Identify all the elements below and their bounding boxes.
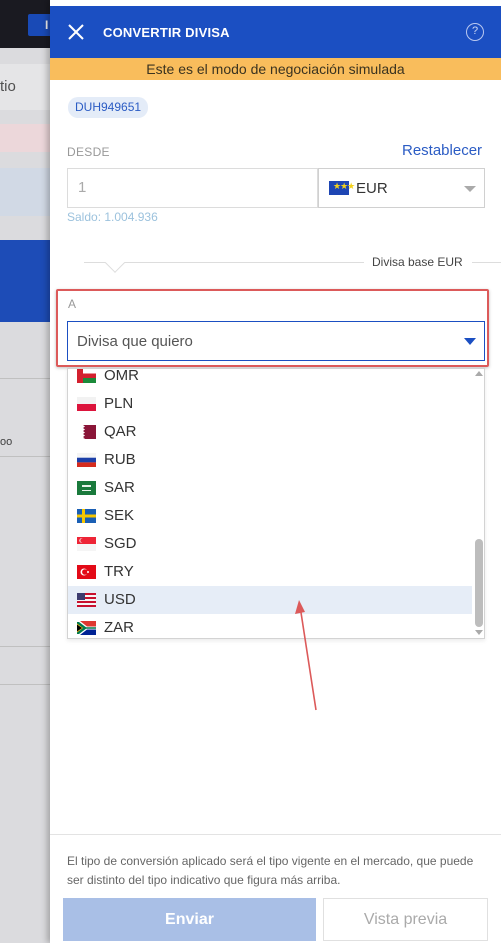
usa-flag-icon [77, 593, 96, 607]
dropdown-option-try[interactable]: TRY [68, 558, 472, 586]
option-code: QAR [104, 423, 137, 440]
divider [134, 262, 364, 263]
saudi-arabia-flag-icon [77, 481, 96, 495]
oman-flag-icon [77, 369, 96, 383]
dropdown-option-sek[interactable]: SEK [68, 502, 472, 530]
dropdown-option-usd[interactable]: USD [68, 586, 472, 614]
to-label: A [68, 297, 77, 311]
dropdown-option-pln[interactable]: PLN [68, 390, 472, 418]
option-code: USD [104, 591, 136, 608]
sweden-flag-icon [77, 509, 96, 523]
scrollbar-thumb[interactable] [475, 539, 483, 627]
dropdown-option-sgd[interactable]: SGD [68, 530, 472, 558]
turkey-flag-icon [77, 565, 96, 579]
dropdown-option-omr[interactable]: OMR [68, 368, 472, 390]
to-currency-placeholder: Divisa que quiero [77, 333, 193, 350]
south-africa-flag-icon [77, 621, 96, 635]
option-code: TRY [104, 563, 134, 580]
help-icon[interactable]: ? [466, 23, 484, 41]
dropdown-option-zar[interactable]: ZAR [68, 614, 472, 638]
from-currency-code: EUR [356, 180, 388, 197]
singapore-flag-icon [77, 537, 96, 551]
option-code: SGD [104, 535, 137, 552]
dropdown-scrollbar[interactable] [472, 369, 484, 638]
panel-header: CONVERTIR DIVISA ? [50, 6, 501, 58]
base-currency-label: Divisa base EUR [372, 255, 463, 269]
eu-flag-icon: ★★★ [329, 181, 355, 195]
dropdown-option-rub[interactable]: RUB [68, 446, 472, 474]
conversion-note: El tipo de conversión aplicado será el t… [67, 854, 474, 887]
divider-notch [105, 253, 125, 273]
russia-flag-icon [77, 453, 96, 467]
chevron-down-icon [464, 186, 476, 192]
to-currency-select[interactable]: Divisa que quiero [67, 321, 485, 361]
option-code: SEK [104, 507, 135, 524]
option-code: ZAR [104, 619, 134, 636]
from-label: DESDE [67, 145, 110, 159]
option-code: SAR [104, 479, 135, 496]
scroll-down-icon[interactable] [475, 630, 483, 635]
option-code: OMR [104, 368, 139, 384]
qatar-flag-icon [77, 425, 96, 439]
currency-dropdown-list[interactable]: OMR PLN QAR RUB SAR SEK SGD TRY USD ZAR [67, 368, 485, 639]
dropdown-option-qar[interactable]: QAR [68, 418, 472, 446]
account-badge: DUH949651 [68, 97, 149, 118]
from-currency-select[interactable]: ★★★ EUR [318, 168, 485, 208]
footer-divider [50, 834, 501, 835]
option-code: PLN [104, 395, 134, 412]
poland-flag-icon [77, 397, 96, 411]
chevron-down-icon [464, 338, 476, 345]
amount-input[interactable]: 1 [67, 168, 318, 208]
panel-title: CONVERTIR DIVISA [103, 25, 230, 40]
divider [472, 262, 501, 263]
reset-link[interactable]: Restablecer [402, 142, 482, 159]
balance-text: Saldo: 1.004.936 [67, 210, 158, 224]
simulated-mode-banner: Este es el modo de negociación simulada [50, 58, 501, 80]
preview-button[interactable]: Vista previa [323, 898, 488, 941]
option-code: RUB [104, 451, 136, 468]
send-button[interactable]: Enviar [63, 898, 316, 941]
close-icon[interactable] [67, 23, 85, 41]
dropdown-option-sar[interactable]: SAR [68, 474, 472, 502]
convert-currency-panel: CONVERTIR DIVISA ? Este es el modo de ne… [50, 0, 501, 943]
scroll-up-icon[interactable] [475, 371, 483, 376]
